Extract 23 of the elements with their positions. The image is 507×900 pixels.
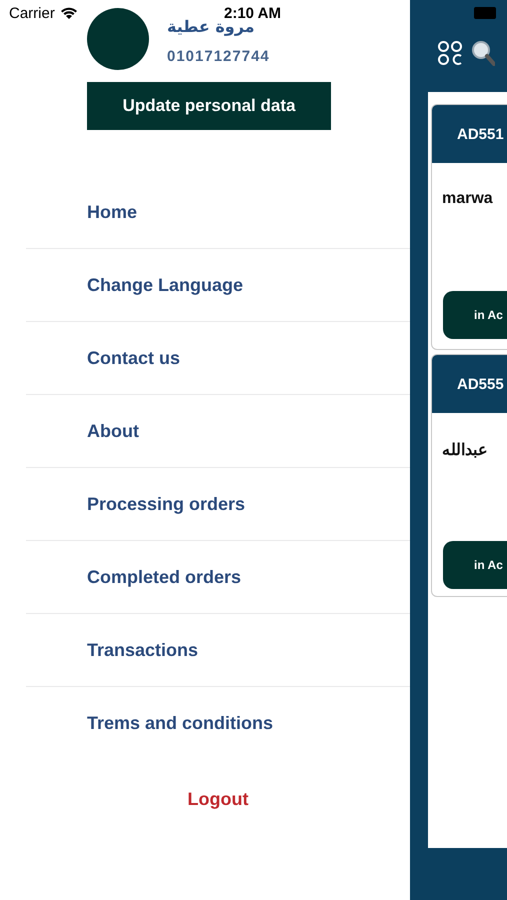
logout-link[interactable]: Logout [188, 789, 248, 810]
menu-item[interactable]: Transactions [87, 640, 198, 660]
wifi-icon [60, 6, 78, 20]
battery-icon [474, 7, 498, 19]
menu-item[interactable]: Completed orders [87, 566, 242, 588]
menu-item[interactable]: Contact us [87, 348, 180, 368]
customer-name: عبدالله [442, 442, 488, 459]
customer-name: marwa [442, 190, 493, 207]
carrier-label: Carrier [9, 4, 55, 22]
search-icon[interactable] [471, 40, 495, 66]
menu-item[interactable]: Change Language [87, 274, 244, 296]
menu-item[interactable]: Trems and conditions [87, 713, 274, 734]
menu-item[interactable]: About [87, 420, 139, 442]
phone-number: 01017127744 [167, 48, 270, 65]
order-code: AD551 [457, 126, 504, 142]
order-card[interactable]: AD551 marwa in Ac [431, 104, 507, 350]
order-code: AD555 [457, 376, 504, 392]
status-button[interactable]: in Ac [443, 541, 507, 589]
menu-item[interactable]: Home [87, 202, 138, 222]
grid-icon[interactable] [437, 40, 463, 66]
status-button[interactable]: in Ac [443, 291, 507, 339]
menu-item[interactable]: Processing orders [87, 494, 246, 514]
update-personal-data-button[interactable]: Update personal data [87, 82, 331, 130]
